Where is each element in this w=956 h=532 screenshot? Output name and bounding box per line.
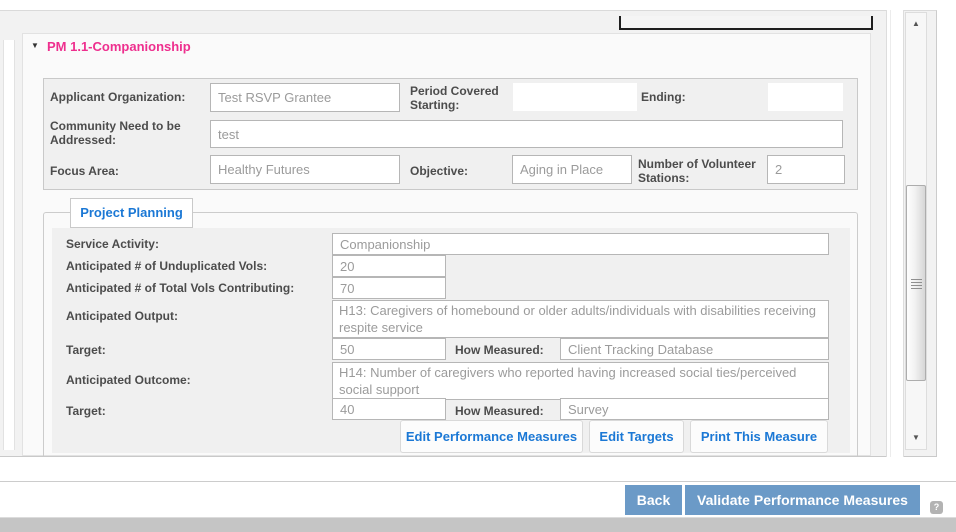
outcome-target-input[interactable] xyxy=(332,398,446,420)
anticipated-output-textarea[interactable]: H13: Caregivers of homebound or older ad… xyxy=(332,300,829,338)
outcome-how-measured-input[interactable] xyxy=(560,398,829,420)
focus-area-label: Focus Area: xyxy=(50,164,200,178)
outcome-target-label: Target: xyxy=(66,404,186,418)
outcome-how-measured-label: How Measured: xyxy=(455,404,565,418)
footer-status-bar xyxy=(0,517,956,532)
community-need-input[interactable] xyxy=(210,120,843,148)
scroll-down-icon[interactable]: ▼ xyxy=(905,431,927,445)
gutter-divider xyxy=(890,10,891,457)
scrollbar-grip-icon xyxy=(911,279,922,290)
objective-label: Objective: xyxy=(410,164,500,178)
edit-performance-measures-button[interactable]: Edit Performance Measures xyxy=(400,420,583,453)
volunteer-stations-input[interactable] xyxy=(767,155,845,184)
community-need-label: Community Need to be Addressed: xyxy=(50,119,210,147)
ending-label: Ending: xyxy=(641,90,721,104)
scroll-up-icon[interactable]: ▲ xyxy=(905,17,927,31)
frame-remnant xyxy=(619,16,873,30)
pm-section-title[interactable]: PM 1.1-Companionship xyxy=(47,39,191,54)
collapse-arrow-icon[interactable]: ▼ xyxy=(31,41,43,51)
focus-area-input[interactable] xyxy=(210,155,400,184)
help-icon[interactable]: ? xyxy=(930,501,943,514)
objective-input[interactable] xyxy=(512,155,632,184)
period-covered-starting-input[interactable] xyxy=(513,83,637,111)
service-activity-input[interactable] xyxy=(332,233,829,255)
right-scroll-gutter xyxy=(886,10,904,457)
tab-project-planning[interactable]: Project Planning xyxy=(70,198,193,228)
left-scroll-gutter xyxy=(3,40,15,450)
anticipated-output-label: Anticipated Output: xyxy=(66,309,306,323)
ending-input[interactable] xyxy=(768,83,843,111)
validate-performance-measures-button[interactable]: Validate Performance Measures xyxy=(685,485,920,515)
back-button[interactable]: Back xyxy=(625,485,682,515)
action-bar-divider xyxy=(0,481,956,482)
edit-targets-button[interactable]: Edit Targets xyxy=(589,420,684,453)
output-how-measured-label: How Measured: xyxy=(455,343,565,357)
print-this-measure-button[interactable]: Print This Measure xyxy=(690,420,828,453)
unduplicated-vols-label: Anticipated # of Unduplicated Vols: xyxy=(66,259,326,273)
output-target-label: Target: xyxy=(66,343,186,357)
anticipated-outcome-textarea[interactable]: H14: Number of caregivers who reported h… xyxy=(332,362,829,400)
egrants-performance-measure-page: ▲ ▼ ▼ PM 1.1-Companionship Applicant Org… xyxy=(0,0,956,532)
output-how-measured-input[interactable] xyxy=(560,338,829,360)
service-activity-label: Service Activity: xyxy=(66,237,306,251)
volunteer-stations-label: Number of Volunteer Stations: xyxy=(638,157,764,185)
output-target-input[interactable] xyxy=(332,338,446,360)
unduplicated-vols-input[interactable] xyxy=(332,255,446,277)
anticipated-outcome-label: Anticipated Outcome: xyxy=(66,373,306,387)
applicant-organization-label: Applicant Organization: xyxy=(50,90,210,104)
total-vols-input[interactable] xyxy=(332,277,446,299)
period-covered-starting-label: Period Covered Starting: xyxy=(410,84,516,112)
applicant-organization-input[interactable] xyxy=(210,83,400,112)
total-vols-label: Anticipated # of Total Vols Contributing… xyxy=(66,281,336,295)
